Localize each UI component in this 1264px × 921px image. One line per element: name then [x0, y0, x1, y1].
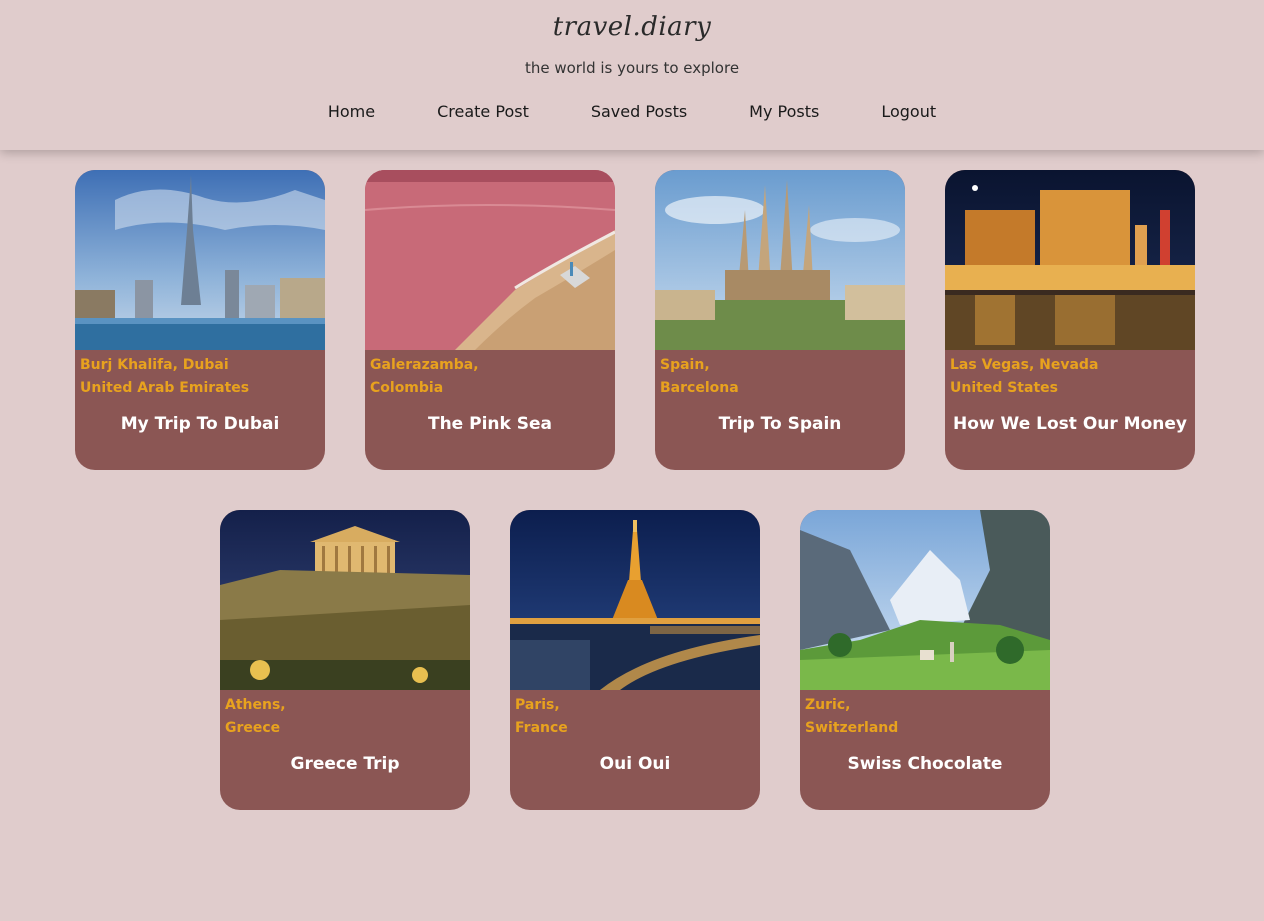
post-location: Zuric, Switzerland [800, 690, 1050, 740]
post-location: Spain, Barcelona [655, 350, 905, 400]
post-location-line1: Las Vegas, Nevada [950, 357, 1099, 373]
post-image [75, 170, 325, 350]
post-card[interactable]: Spain, Barcelona Trip To Spain [655, 170, 905, 470]
post-image [945, 170, 1195, 350]
nav-create-post-link[interactable]: Create Post [437, 102, 529, 121]
post-location: Paris, France [510, 690, 760, 740]
post-title[interactable]: My Trip To Dubai [75, 414, 325, 434]
post-image [800, 510, 1050, 690]
eiffel-tower-night-photo [510, 510, 760, 690]
swiss-valley-photo [800, 510, 1050, 690]
post-image [220, 510, 470, 690]
site-header: travel.diary the world is yours to explo… [0, 0, 1264, 150]
post-location: Burj Khalifa, Dubai United Arab Emirates [75, 350, 325, 400]
nav-my-posts-link[interactable]: My Posts [749, 102, 819, 121]
site-logo[interactable]: travel.diary [0, 12, 1264, 42]
sagrada-familia-photo [655, 170, 905, 350]
site-tagline: the world is yours to explore [524, 59, 740, 77]
post-location-line2: Colombia [370, 380, 444, 396]
post-location-line1: Galerazamba, [370, 357, 479, 373]
post-location-line1: Spain, [660, 357, 710, 373]
nav-saved-posts-link[interactable]: Saved Posts [591, 102, 687, 121]
post-title[interactable]: Swiss Chocolate [800, 754, 1050, 774]
post-location-line2: United States [950, 380, 1058, 396]
post-location-line1: Paris, [515, 697, 560, 713]
dubai-skyline-photo [75, 170, 325, 350]
post-location-line1: Burj Khalifa, Dubai [80, 357, 229, 373]
post-title[interactable]: The Pink Sea [365, 414, 615, 434]
post-title[interactable]: How We Lost Our Money [945, 414, 1195, 434]
post-card[interactable]: Athens, Greece Greece Trip [220, 510, 470, 810]
post-card[interactable]: Burj Khalifa, Dubai United Arab Emirates… [75, 170, 325, 470]
post-image [655, 170, 905, 350]
acropolis-night-photo [220, 510, 470, 690]
post-location: Athens, Greece [220, 690, 470, 740]
post-location-line1: Athens, [225, 697, 286, 713]
post-card[interactable]: Las Vegas, Nevada United States How We L… [945, 170, 1195, 470]
post-image [510, 510, 760, 690]
post-location-line2: Greece [225, 720, 281, 736]
post-title[interactable]: Greece Trip [220, 754, 470, 774]
post-title[interactable]: Trip To Spain [655, 414, 905, 434]
post-location-line2: Barcelona [660, 380, 739, 396]
post-location-line2: United Arab Emirates [80, 380, 250, 396]
post-title[interactable]: Oui Oui [510, 754, 760, 774]
nav-home-link[interactable]: Home [328, 102, 375, 121]
post-location: Galerazamba, Colombia [365, 350, 615, 400]
post-card[interactable]: Galerazamba, Colombia The Pink Sea [365, 170, 615, 470]
post-location: Las Vegas, Nevada United States [945, 350, 1195, 400]
nav-logout-link[interactable]: Logout [881, 102, 936, 121]
post-card[interactable]: Zuric, Switzerland Swiss Chocolate [800, 510, 1050, 810]
post-image [365, 170, 615, 350]
main-nav: Home Create Post Saved Posts My Posts Lo… [0, 102, 1264, 121]
las-vegas-night-photo [945, 170, 1195, 350]
pink-sea-photo [365, 170, 615, 350]
post-location-line2: Switzerland [805, 720, 899, 736]
post-location-line2: France [515, 720, 568, 736]
post-location-line1: Zuric, [805, 697, 851, 713]
post-card[interactable]: Paris, France Oui Oui [510, 510, 760, 810]
